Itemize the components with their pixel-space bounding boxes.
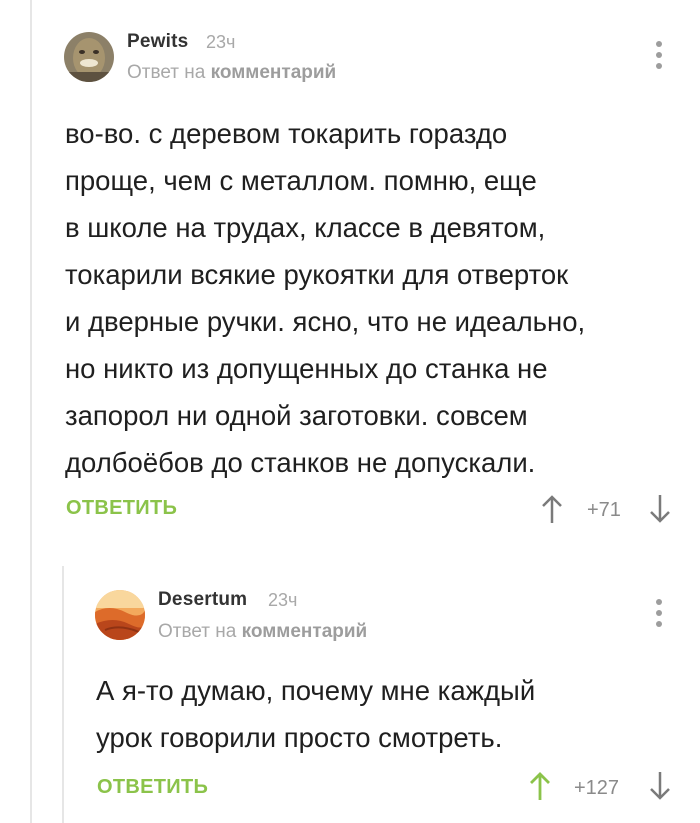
downvote-arrow-icon[interactable] xyxy=(648,493,672,525)
comment-line: токарили всякие рукоятки для отверток xyxy=(65,259,569,290)
rating-value: +71 xyxy=(587,499,621,521)
upvote-arrow-icon[interactable] xyxy=(540,493,564,525)
comment-line: запорол ни одной заготовки. совсем xyxy=(65,400,528,431)
reply-to-link[interactable]: комментарий xyxy=(242,621,368,642)
comment-line: урок говорили просто смотреть. xyxy=(96,722,503,753)
author-name[interactable]: Pewits xyxy=(127,31,188,53)
reply-to-prefix: Ответ на xyxy=(127,62,206,83)
comment-line: и дверные ручки. ясно, что не идеально, xyxy=(65,306,586,337)
reply-to-link[interactable]: комментарий xyxy=(211,62,337,83)
comment-pewits: Pewits 23ч Ответ на комментарий во-во. с… xyxy=(0,0,700,540)
comment-desertum: Desertum 23ч Ответ на комментарий А я-то… xyxy=(0,560,700,823)
author-name[interactable]: Desertum xyxy=(158,589,247,611)
reply-to-meta: Ответ на комментарий xyxy=(127,62,336,84)
downvote-arrow-icon[interactable] xyxy=(648,770,672,802)
comment-body: во-во. с деревом токарить гораздо проще,… xyxy=(65,110,585,486)
comment-line: во-во. с деревом токарить гораздо xyxy=(65,118,508,149)
avatar[interactable] xyxy=(64,32,114,82)
more-options-icon[interactable] xyxy=(654,41,664,75)
avatar[interactable] xyxy=(95,590,145,640)
more-options-icon[interactable] xyxy=(654,599,664,633)
reply-button[interactable]: ОТВЕТИТЬ xyxy=(97,776,208,799)
reply-button[interactable]: ОТВЕТИТЬ xyxy=(66,497,177,520)
reply-to-prefix: Ответ на xyxy=(158,621,237,642)
comment-line: в школе на трудах, классе в девятом, xyxy=(65,212,546,243)
comment-time: 23ч xyxy=(206,32,236,52)
upvote-arrow-icon[interactable] xyxy=(528,770,552,802)
reply-to-meta: Ответ на комментарий xyxy=(158,621,367,643)
comment-time: 23ч xyxy=(268,590,298,610)
comment-line: но никто из допущенных до станка не xyxy=(65,353,548,384)
comment-line: долбоёбов до станков не допускали. xyxy=(65,447,536,478)
comment-line: А я-то думаю, почему мне каждый xyxy=(96,675,536,706)
comment-body: А я-то думаю, почему мне каждый урок гов… xyxy=(96,667,535,761)
comment-line: проще, чем с металлом. помню, еще xyxy=(65,165,537,196)
rating-value: +127 xyxy=(574,777,620,799)
